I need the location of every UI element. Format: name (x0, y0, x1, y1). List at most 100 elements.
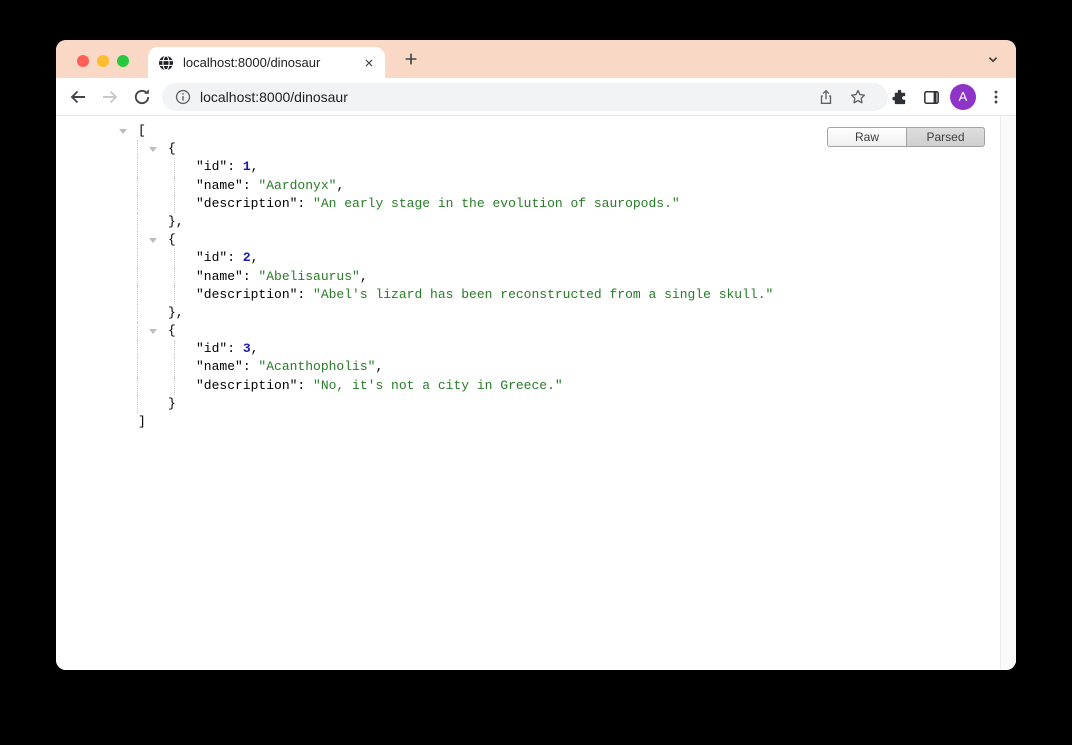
back-button[interactable] (68, 87, 88, 107)
url-text[interactable]: localhost:8000/dinosaur (200, 83, 348, 111)
json-key: "id" (196, 159, 227, 174)
json-punctuation: , (360, 269, 368, 284)
indent-guide (137, 268, 138, 286)
indent-guide (137, 322, 138, 340)
json-punctuation: , (251, 250, 259, 265)
json-line: "name": "Aardonyx", (56, 177, 1016, 195)
close-window-button[interactable] (77, 55, 89, 67)
json-line: ] (56, 413, 1016, 431)
json-line: "name": "Acanthopholis", (56, 358, 1016, 376)
indent-guide (174, 286, 175, 304)
json-line: "description": "No, it's not a city in G… (56, 377, 1016, 395)
indent-guide (137, 340, 138, 358)
json-punctuation: , (336, 178, 344, 193)
indent-guide (174, 177, 175, 195)
url-bar[interactable]: localhost:8000/dinosaur (162, 83, 888, 111)
json-line: "description": "Abel's lizard has been r… (56, 286, 1016, 304)
indent-guide (174, 268, 175, 286)
browser-menu-button[interactable] (986, 87, 1006, 107)
tab-close-button[interactable] (361, 55, 377, 71)
share-icon (817, 88, 835, 106)
json-punctuation: }, (168, 305, 184, 320)
json-line: { (56, 231, 1016, 249)
json-line: "id": 1, (56, 158, 1016, 176)
collapse-triangle-icon[interactable] (119, 129, 127, 134)
json-key: "name" (196, 269, 243, 284)
json-punctuation: { (168, 232, 176, 247)
json-string: "No, it's not a city in Greece." (313, 378, 563, 393)
json-line: "name": "Abelisaurus", (56, 268, 1016, 286)
view-mode-toggle: Raw Parsed (827, 127, 985, 147)
json-punctuation: : (243, 178, 259, 193)
forward-arrow-icon (100, 87, 120, 107)
json-key: "name" (196, 178, 243, 193)
forward-button[interactable] (100, 87, 120, 107)
chevron-down-icon (984, 50, 1002, 68)
json-number: 3 (243, 341, 251, 356)
json-key: "description" (196, 378, 297, 393)
json-number: 2 (243, 250, 251, 265)
minimize-window-button[interactable] (97, 55, 109, 67)
globe-favicon-icon (158, 55, 174, 71)
json-punctuation: { (168, 141, 176, 156)
raw-view-button[interactable]: Raw (827, 127, 906, 147)
indent-guide (137, 177, 138, 195)
share-button[interactable] (816, 87, 836, 107)
json-key: "description" (196, 287, 297, 302)
fullscreen-window-button[interactable] (117, 55, 129, 67)
reload-button[interactable] (132, 87, 152, 107)
json-key: "name" (196, 359, 243, 374)
json-string: "Abelisaurus" (258, 269, 359, 284)
reload-icon (132, 87, 152, 107)
indent-guide (174, 377, 175, 395)
tab-search-button[interactable] (983, 49, 1003, 69)
json-punctuation: [ (138, 123, 146, 138)
side-panel-icon (922, 88, 941, 107)
collapse-triangle-icon[interactable] (149, 238, 157, 243)
json-number: 1 (243, 159, 251, 174)
parsed-view-button[interactable]: Parsed (906, 127, 985, 147)
indent-guide (174, 158, 175, 176)
json-punctuation: } (168, 396, 176, 411)
json-punctuation: }, (168, 214, 184, 229)
extensions-button[interactable] (889, 87, 909, 107)
json-punctuation: : (297, 287, 313, 302)
json-string: "Abel's lizard has been reconstructed fr… (313, 287, 773, 302)
side-panel-button[interactable] (921, 87, 941, 107)
indent-guide (137, 395, 138, 413)
indent-guide (137, 158, 138, 176)
new-tab-button[interactable] (401, 49, 421, 69)
collapse-triangle-icon[interactable] (149, 147, 157, 152)
scrollbar-track[interactable] (1000, 116, 1016, 670)
json-punctuation: : (227, 341, 243, 356)
close-icon (363, 57, 375, 69)
site-info-icon[interactable] (173, 87, 193, 107)
json-key: "description" (196, 196, 297, 211)
browser-window: localhost:8000/dinosaur (56, 40, 1016, 670)
json-key: "id" (196, 250, 227, 265)
indent-guide (137, 377, 138, 395)
indent-guide (174, 340, 175, 358)
indent-guide (137, 358, 138, 376)
json-punctuation: , (375, 359, 383, 374)
browser-tab[interactable]: localhost:8000/dinosaur (148, 47, 385, 78)
page-content: Raw Parsed [{"id": 1,"name": "Aardonyx",… (56, 116, 1016, 670)
bookmark-button[interactable] (848, 87, 868, 107)
collapse-triangle-icon[interactable] (149, 329, 157, 334)
json-punctuation: : (227, 159, 243, 174)
indent-guide (174, 358, 175, 376)
json-punctuation: ] (138, 414, 146, 429)
json-string: "Acanthopholis" (258, 359, 375, 374)
json-punctuation: { (168, 323, 176, 338)
json-punctuation: : (227, 250, 243, 265)
plus-icon (402, 50, 420, 68)
indent-guide (137, 231, 138, 249)
tab-strip: localhost:8000/dinosaur (56, 40, 1016, 78)
json-punctuation: : (297, 378, 313, 393)
kebab-menu-icon (987, 88, 1005, 106)
profile-avatar[interactable]: A (950, 84, 976, 110)
indent-guide (174, 195, 175, 213)
json-punctuation: : (243, 359, 259, 374)
json-line: "id": 2, (56, 249, 1016, 267)
json-line: { (56, 322, 1016, 340)
